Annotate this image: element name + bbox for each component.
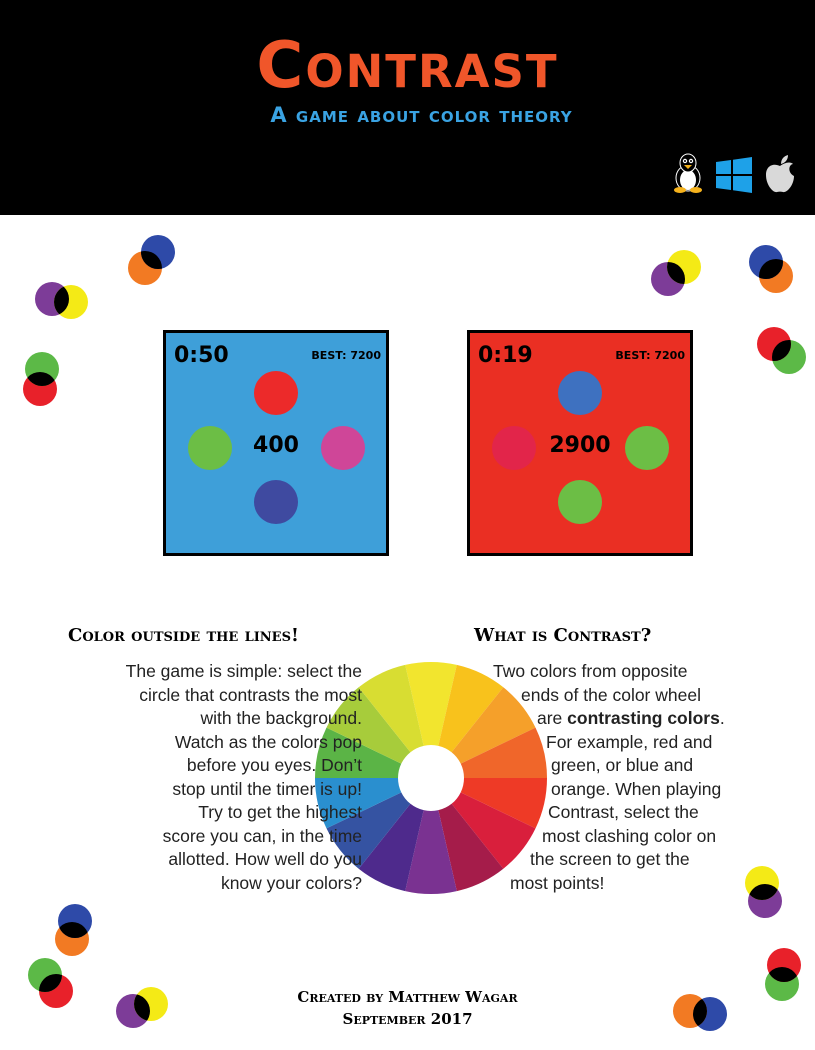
right-heading: What is Contrast? — [474, 625, 652, 646]
circle-pair-3 — [23, 352, 59, 406]
text-line: The game is simple: select the — [125, 661, 362, 681]
text-line: circle that contrasts the most — [139, 684, 362, 705]
text-fragment: are — [537, 708, 563, 728]
text-line: the screen to get the — [530, 849, 690, 869]
circle-bottom[interactable] — [254, 480, 298, 524]
circle-pair-4 — [651, 250, 701, 296]
text-line: Watch as the colors pop — [174, 731, 362, 752]
game-screen-1: 0:50 BEST: 7200 400 — [163, 330, 389, 556]
circle-top[interactable] — [254, 371, 298, 415]
emphasis-text: contrasting colors — [567, 708, 720, 728]
best-score: BEST: 7200 — [615, 349, 685, 362]
text-line: Two colors from opposite — [493, 661, 688, 681]
text-line: are contrasting colors. — [470, 707, 770, 731]
text-line: Contrast, select the — [548, 802, 699, 822]
left-heading: Color outside the lines! — [68, 625, 299, 646]
left-paragraph: The game is simple: select the circle th… — [40, 660, 362, 895]
text-line: allotted. How well do you — [168, 849, 362, 869]
circle-pair-2 — [35, 282, 88, 319]
text-line: stop until the timer is up! — [172, 778, 362, 799]
text-line: most points! — [510, 872, 605, 893]
text-line: with the background. — [200, 708, 363, 728]
text-line: For example, red and — [546, 731, 713, 752]
footer-date: September 2017 — [342, 1010, 473, 1028]
text-line: orange. When playing — [551, 778, 722, 799]
circle-top[interactable] — [558, 371, 602, 415]
circle-pair-1 — [128, 235, 175, 285]
timer: 0:50 — [174, 343, 229, 368]
game-screen-2: 0:19 BEST: 7200 2900 — [467, 330, 693, 556]
circle-pair-6 — [757, 327, 806, 374]
score: 400 — [253, 433, 299, 458]
text-line: green, or blue and — [551, 755, 694, 775]
timer: 0:19 — [478, 343, 533, 368]
wheel-center — [399, 746, 463, 810]
best-score: BEST: 7200 — [311, 349, 381, 362]
text-fragment: . — [719, 708, 725, 728]
text-line: before you eyes. Don’t — [186, 755, 362, 775]
score: 2900 — [549, 433, 611, 458]
text-line: know your colors? — [220, 872, 362, 893]
circle-pair-9 — [55, 904, 92, 956]
text-line: score you can, in the time — [162, 825, 362, 846]
text-line: Try to get the highest — [198, 802, 362, 822]
footer-credit: Created by Matthew Wagar — [297, 988, 518, 1006]
text-line: most clashing color on — [542, 825, 717, 846]
circle-pair-5 — [749, 245, 793, 293]
circle-bottom[interactable] — [558, 480, 602, 524]
right-paragraph: Two colors from opposite ends of the col… — [470, 660, 770, 895]
text-line: ends of the color wheel — [521, 684, 701, 705]
